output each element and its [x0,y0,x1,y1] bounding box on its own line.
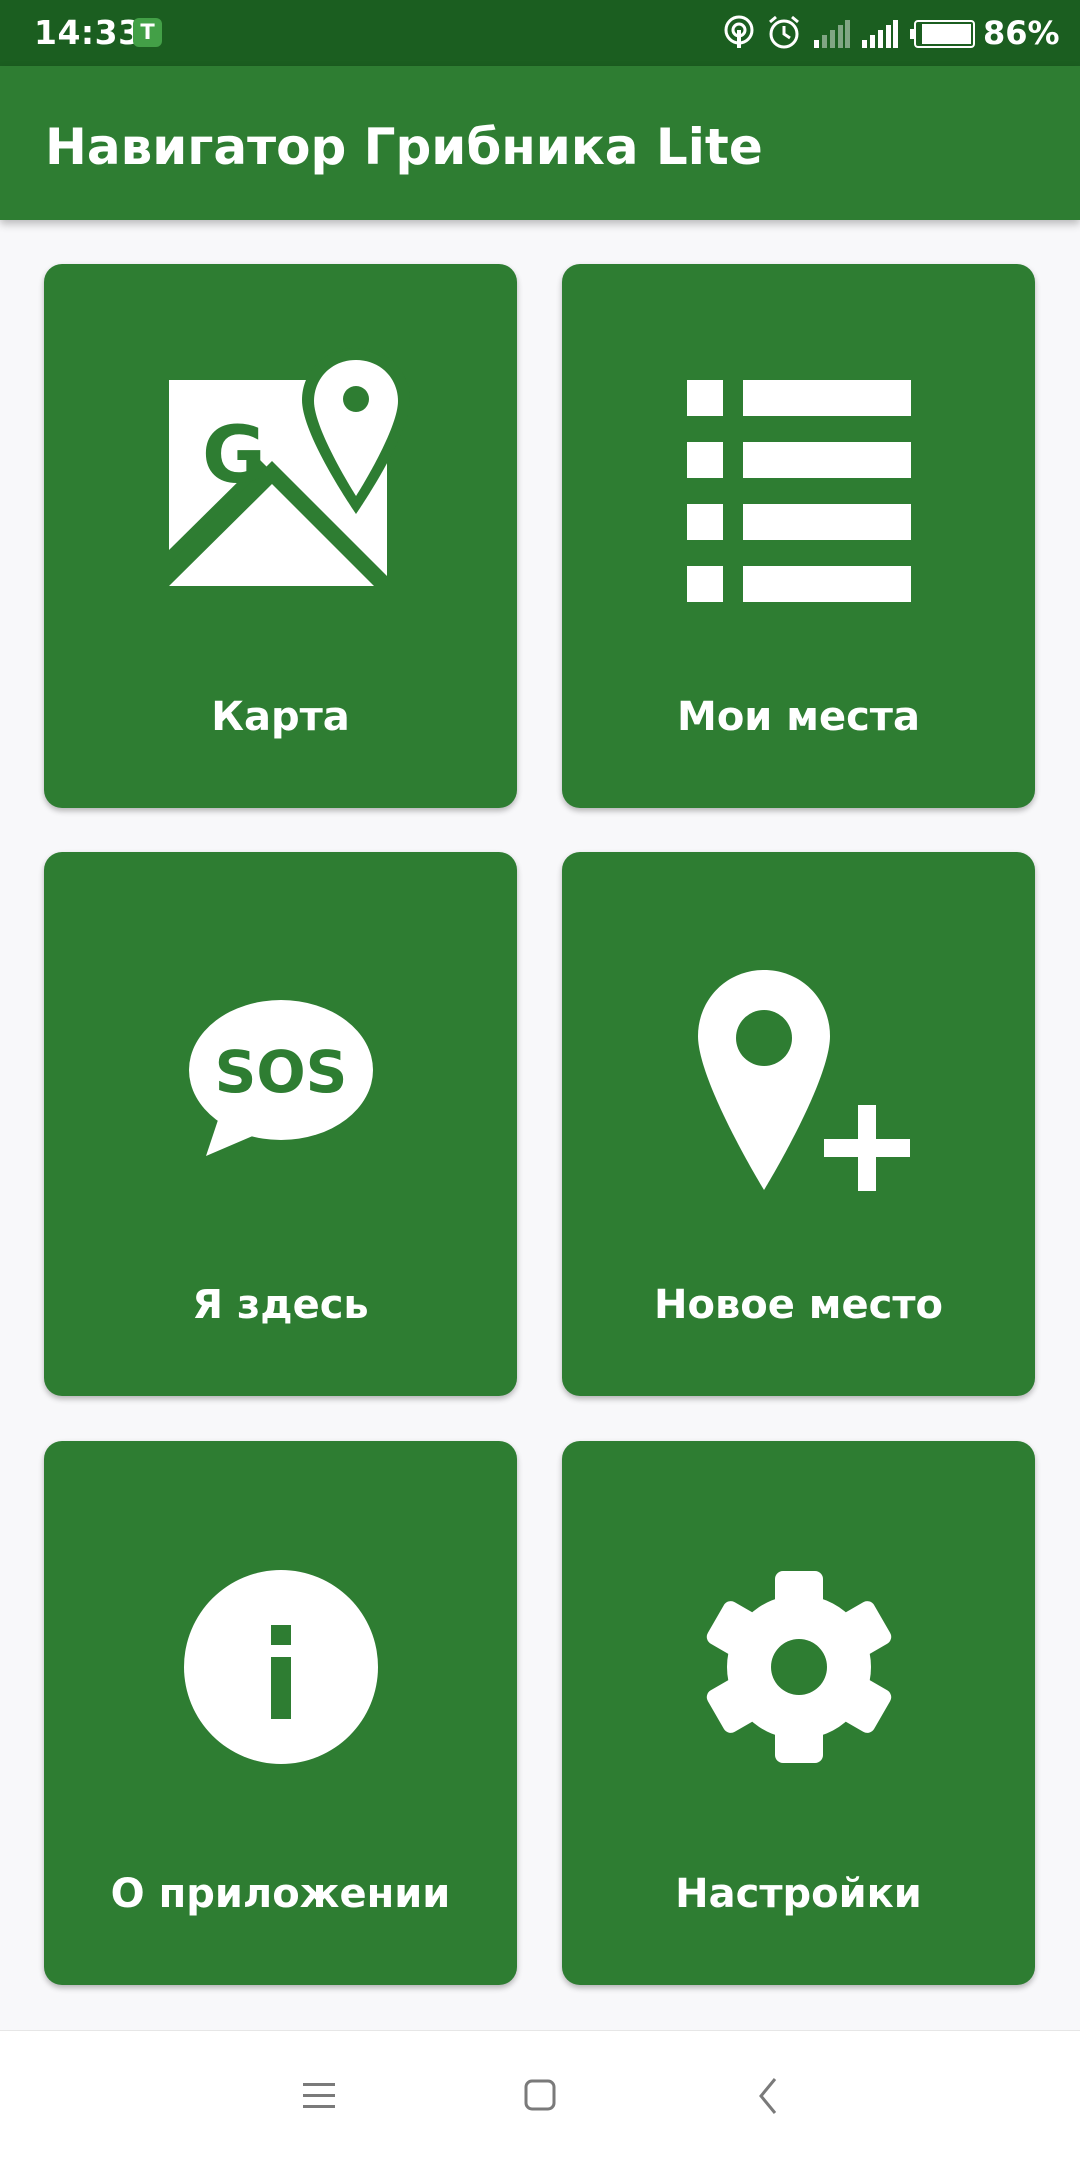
add-location-icon [562,852,1035,1292]
map-letter: G [202,411,266,501]
tile-settings[interactable]: Настройки [562,1441,1035,1985]
sos-text: SOS [215,1038,348,1106]
tile-label-my-places: Мои места [677,694,920,740]
tile-label-settings: Настройки [675,1871,922,1917]
status-bar: 14:33 T 86% [0,0,1080,66]
sos-icon: SOS [44,852,517,1292]
notification-app-icon: T [133,18,162,47]
battery-icon [910,20,975,48]
app-title: Навигатор Грибника Lite [45,118,763,176]
app-bar: Навигатор Грибника Lite [0,66,1080,220]
home-icon[interactable] [505,2061,575,2131]
alarm-icon [769,15,799,49]
tile-label-i-am-here: Я здесь [192,1282,369,1328]
tile-map[interactable]: G Карта [44,264,517,808]
tile-label-about: О приложении [110,1871,451,1917]
tile-new-place[interactable]: Новое место [562,852,1035,1396]
tile-label-new-place: Новое место [653,1282,943,1328]
status-time: 14:33 [34,13,142,52]
menu-icon[interactable] [283,2061,353,2131]
tile-label-map: Карта [211,694,350,740]
battery-percentage: 86% [983,14,1060,52]
tile-my-places[interactable]: Мои места [562,264,1035,808]
back-icon[interactable] [733,2061,803,2131]
list-icon [562,264,1035,704]
gear-icon [562,1441,1035,1881]
map-icon: G [44,264,517,704]
tile-about[interactable]: О приложении [44,1441,517,1985]
signal-weak-icon [814,20,850,48]
system-nav-bar [0,2030,1080,2161]
tile-i-am-here[interactable]: SOS Я здесь [44,852,517,1396]
signal-icon [862,20,898,48]
hotspot-icon [724,15,754,48]
info-icon [44,1441,517,1881]
